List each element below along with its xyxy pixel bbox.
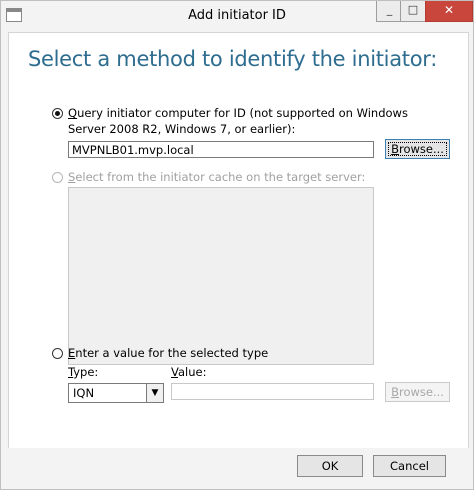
type-select[interactable]: IQN ▼: [68, 383, 164, 403]
value-label: Value:: [171, 365, 207, 379]
minimize-icon: _: [386, 3, 393, 16]
dialog-window: Add initiator ID _ □ ✕ Select a method t…: [0, 0, 474, 490]
minimize-button[interactable]: _: [376, 1, 403, 22]
browse-value-button[interactable]: Browse...: [385, 382, 450, 402]
close-button[interactable]: ✕: [425, 1, 473, 22]
radio-query-initiator[interactable]: [52, 108, 63, 119]
cancel-button[interactable]: Cancel: [373, 455, 446, 477]
radio-selected-dot: [55, 111, 60, 116]
chevron-down-icon[interactable]: ▼: [146, 384, 163, 402]
page-title: Select a method to identify the initiato…: [28, 47, 438, 71]
type-label: Type:: [68, 365, 99, 379]
enter-value-label[interactable]: Enter a value for the selected type: [68, 346, 268, 361]
title-bar[interactable]: Add initiator ID _ □ ✕: [1, 1, 473, 31]
maximize-icon: □: [407, 3, 419, 16]
close-icon: ✕: [443, 3, 455, 17]
computer-name-input[interactable]: [68, 141, 374, 158]
ok-button[interactable]: OK: [297, 455, 363, 477]
dialog-footer: OK Cancel: [1, 448, 473, 489]
query-initiator-label[interactable]: Query initiator computer for ID (not sup…: [68, 106, 408, 121]
value-input[interactable]: [171, 383, 374, 400]
radio-initiator-cache[interactable]: [52, 172, 63, 183]
browse-computer-button[interactable]: Browse...: [385, 139, 450, 159]
dialog-content: Select a method to identify the initiato…: [8, 32, 469, 449]
maximize-button[interactable]: □: [400, 1, 426, 22]
type-selected-value: IQN: [73, 386, 95, 400]
radio-enter-value[interactable]: [52, 348, 63, 359]
initiator-cache-list[interactable]: [68, 187, 374, 365]
initiator-cache-label[interactable]: Select from the initiator cache on the t…: [68, 170, 365, 185]
query-initiator-label-line2[interactable]: Server 2008 R2, Windows 7, or earlier):: [68, 122, 295, 137]
